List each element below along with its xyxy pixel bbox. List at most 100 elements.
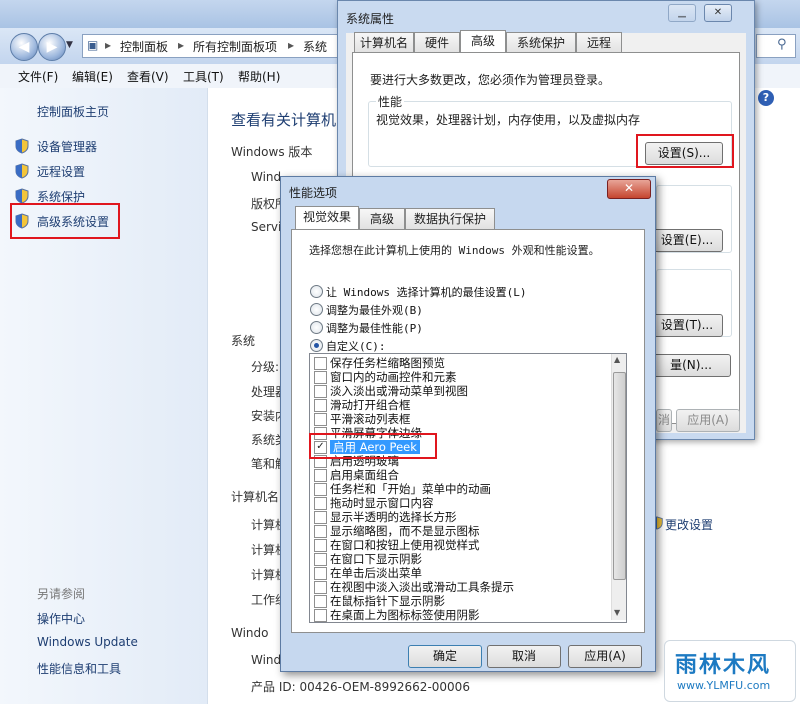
- shield-icon: [14, 138, 30, 154]
- list-item[interactable]: 窗口内的动画控件和元素: [310, 370, 610, 384]
- profile-settings-button[interactable]: 设置(E)...: [651, 229, 723, 252]
- list-item[interactable]: 滑动打开组合框: [310, 398, 610, 412]
- apply-button[interactable]: 应用(A): [568, 645, 642, 668]
- shield-icon: [14, 188, 30, 204]
- tab-advanced[interactable]: 高级: [359, 208, 405, 229]
- shield-icon: [14, 163, 30, 179]
- back-button[interactable]: ◀: [10, 33, 38, 61]
- breadcrumb-all-items[interactable]: 所有控制面板项: [193, 38, 277, 55]
- sidebar-item-remote-settings[interactable]: 远程设置: [37, 163, 85, 180]
- list-item[interactable]: 拖动时显示窗口内容: [310, 496, 610, 510]
- visual-effects-list[interactable]: 保存任务栏缩略图预览 窗口内的动画控件和元素 淡入淡出或滑动菜单到视图 滑动打开组合框…: [309, 353, 627, 623]
- product-id: 产品 ID: 00426-OEM-8992662-00006: [251, 680, 470, 694]
- list-item[interactable]: 显示半透明的选择长方形: [310, 510, 610, 524]
- close-icon[interactable]: ✕: [607, 179, 651, 199]
- list-scrollbar[interactable]: ▲ ▼: [611, 354, 626, 620]
- tab-system-protection[interactable]: 系统保护: [506, 32, 576, 53]
- environment-variables-button[interactable]: 量(N)...: [651, 354, 731, 377]
- option-label: 显示缩略图，而不是显示图标: [330, 524, 480, 538]
- option-checkbox[interactable]: [314, 567, 327, 580]
- help-icon[interactable]: ?: [758, 90, 774, 106]
- radio-label: 自定义(C):: [326, 340, 386, 353]
- radio-custom[interactable]: [310, 339, 323, 352]
- radio-best-performance[interactable]: [310, 321, 323, 334]
- minimize-icon[interactable]: ▁: [668, 4, 696, 22]
- tab-advanced[interactable]: 高级: [460, 30, 506, 53]
- option-checkbox[interactable]: [314, 385, 327, 398]
- change-settings-link[interactable]: 更改设置: [665, 516, 713, 533]
- radio-label: 调整为最佳外观(B): [326, 304, 423, 317]
- option-checkbox[interactable]: [314, 539, 327, 552]
- sidebar-home-link[interactable]: 控制面板主页: [37, 103, 109, 120]
- computer-icon: ▣: [87, 38, 99, 52]
- list-item[interactable]: 淡入淡出或滑动菜单到视图: [310, 384, 610, 398]
- option-checkbox[interactable]: [314, 511, 327, 524]
- cancel-button[interactable]: 取消: [487, 645, 561, 668]
- dialog-title: 性能选项: [289, 186, 338, 200]
- sidebar-link-action-center[interactable]: 操作中心: [37, 610, 85, 627]
- option-label: 在鼠标指针下显示阴影: [330, 594, 445, 608]
- cancel-button[interactable]: 消: [656, 409, 672, 432]
- startup-settings-button[interactable]: 设置(T)...: [651, 314, 723, 337]
- see-also-heading: 另请参阅: [37, 587, 86, 601]
- option-checkbox[interactable]: [314, 399, 327, 412]
- list-item[interactable]: 平滑滚动列表框: [310, 412, 610, 426]
- option-checkbox[interactable]: [314, 581, 327, 594]
- menu-edit[interactable]: 编辑(E): [72, 68, 113, 85]
- list-item[interactable]: 在窗口和按钮上使用视觉样式: [310, 538, 610, 552]
- option-label: 显示半透明的选择长方形: [330, 510, 457, 524]
- option-checkbox[interactable]: [314, 525, 327, 538]
- list-item[interactable]: 在视图中淡入淡出或滑动工具条提示: [310, 580, 610, 594]
- option-checkbox[interactable]: [314, 609, 327, 622]
- menu-file[interactable]: 文件(F): [18, 68, 58, 85]
- close-icon[interactable]: ✕: [704, 4, 732, 22]
- tab-data-execution-prevention[interactable]: 数据执行保护: [405, 208, 495, 229]
- page-title: 查看有关计算机: [231, 111, 337, 129]
- option-checkbox[interactable]: [314, 497, 327, 510]
- list-item[interactable]: 保存任务栏缩略图预览: [310, 356, 610, 370]
- radio-best-appearance[interactable]: [310, 303, 323, 316]
- list-item[interactable]: 在桌面上为图标标签使用阴影: [310, 608, 610, 622]
- performance-options-dialog: 性能选项 ✕ 视觉效果 高级 数据执行保护 选择您想在此计算机上使用的 Wind…: [280, 176, 656, 672]
- tab-hardware[interactable]: 硬件: [414, 32, 460, 53]
- search-input[interactable]: ⚲: [756, 34, 796, 58]
- sidebar-item-device-manager[interactable]: 设备管理器: [37, 138, 97, 155]
- option-checkbox[interactable]: [314, 371, 327, 384]
- option-checkbox[interactable]: [314, 469, 327, 482]
- list-item[interactable]: 在单击后淡出菜单: [310, 566, 610, 580]
- menu-tools[interactable]: 工具(T): [183, 68, 224, 85]
- option-checkbox[interactable]: [314, 483, 327, 496]
- list-item[interactable]: 任务栏和「开始」菜单中的动画: [310, 482, 610, 496]
- breadcrumb-control-panel[interactable]: 控制面板: [120, 38, 168, 55]
- tab-computer-name[interactable]: 计算机名: [354, 32, 414, 53]
- menu-help[interactable]: 帮助(H): [238, 68, 280, 85]
- tab-remote[interactable]: 远程: [576, 32, 622, 53]
- list-item[interactable]: 显示缩略图，而不是显示图标: [310, 524, 610, 538]
- menu-view[interactable]: 查看(V): [127, 68, 169, 85]
- option-checkbox[interactable]: [314, 595, 327, 608]
- scrollbar-thumb[interactable]: [613, 372, 626, 580]
- sidebar-link-performance-tools[interactable]: 性能信息和工具: [37, 660, 121, 677]
- option-label: 在桌面上为图标标签使用阴影: [330, 608, 480, 622]
- highlight-frame: [10, 203, 120, 239]
- option-label: 平滑滚动列表框: [330, 412, 411, 426]
- forward-button[interactable]: ▶: [38, 33, 66, 61]
- search-icon: ⚲: [777, 37, 787, 52]
- breadcrumb-system[interactable]: 系统: [303, 38, 327, 55]
- list-item[interactable]: 在鼠标指针下显示阴影: [310, 594, 610, 608]
- ok-button[interactable]: 确定: [408, 645, 482, 668]
- sidebar-link-windows-update[interactable]: Windows Update: [37, 635, 138, 649]
- radio-let-windows-choose[interactable]: [310, 285, 323, 298]
- apply-button[interactable]: 应用(A): [676, 409, 740, 432]
- recent-pages-chevron-icon[interactable]: ▼: [66, 40, 73, 50]
- watermark-url: www.YLMFU.com: [677, 679, 771, 692]
- list-item[interactable]: 在窗口下显示阴影: [310, 552, 610, 566]
- option-checkbox[interactable]: [314, 553, 327, 566]
- watermark-logo: 雨林木风 www.YLMFU.com: [664, 640, 796, 702]
- breadcrumb-separator-icon: ▸: [178, 38, 185, 52]
- option-checkbox[interactable]: [314, 413, 327, 426]
- option-checkbox[interactable]: [314, 357, 327, 370]
- tab-visual-effects[interactable]: 视觉效果: [295, 206, 359, 229]
- performance-description: 视觉效果，处理器计划，内存使用，以及虚拟内存: [376, 113, 641, 127]
- list-item[interactable]: 启用桌面组合: [310, 468, 610, 482]
